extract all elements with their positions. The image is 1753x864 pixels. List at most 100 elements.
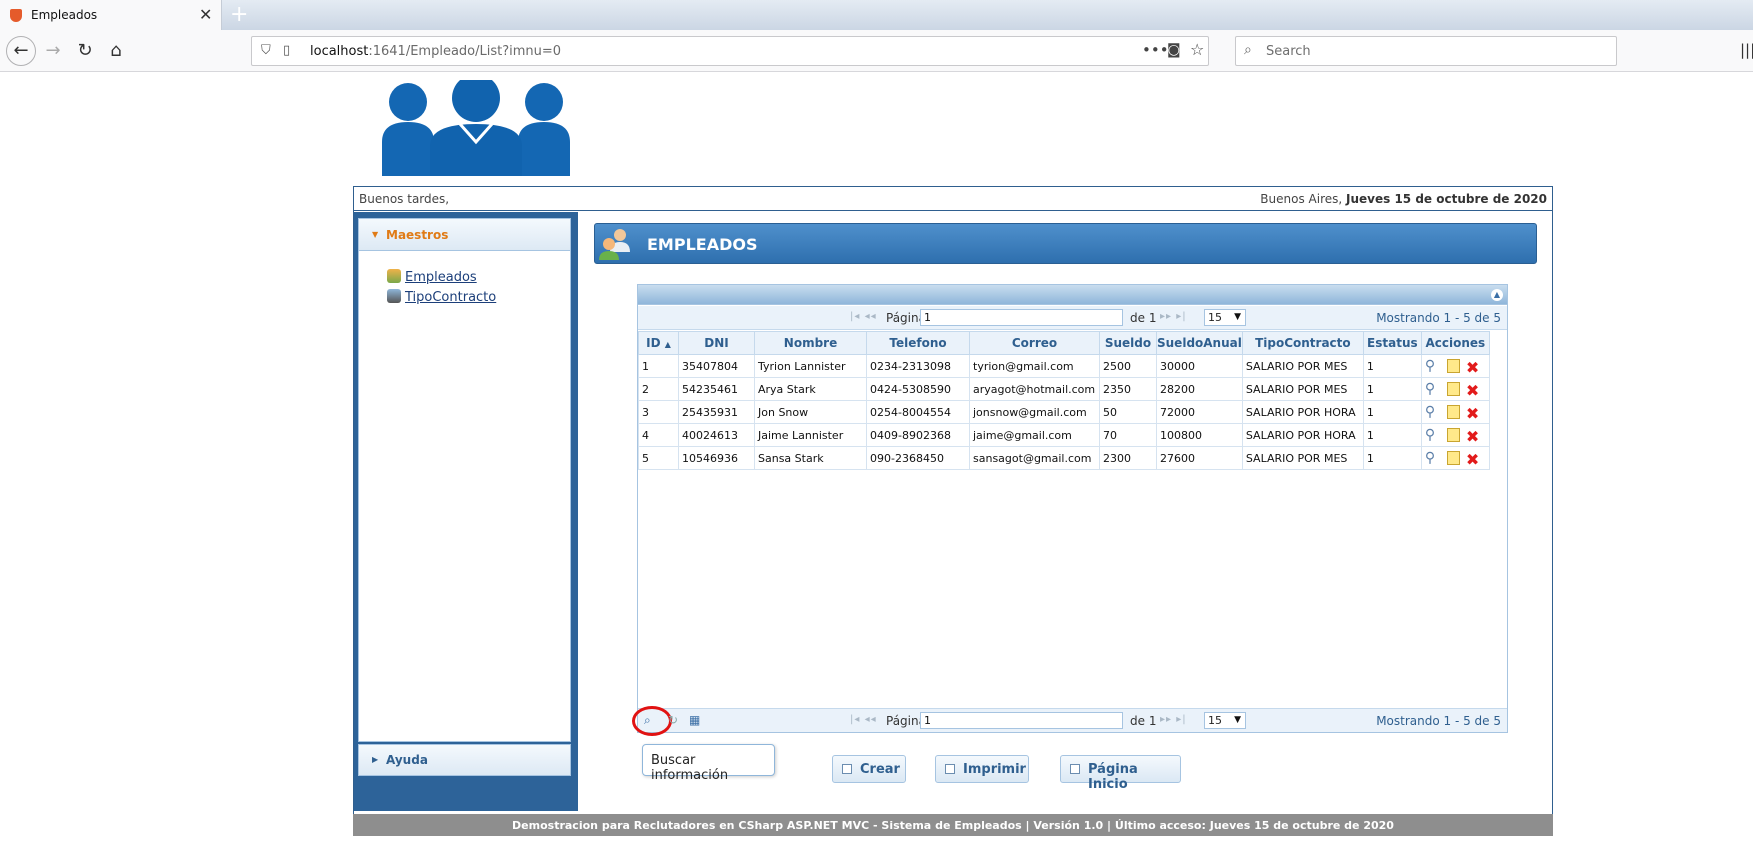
more-actions-icon[interactable]: •••	[1142, 41, 1169, 59]
edit-note-icon[interactable]	[1446, 405, 1460, 419]
reload-icon[interactable]: ↻	[72, 38, 98, 64]
cell-telefono: 0409-8902368	[866, 423, 970, 447]
home-icon[interactable]: ⌂	[103, 38, 129, 64]
column-header-telefono[interactable]: Telefono	[866, 331, 970, 355]
greeting-bar: Buenos tardes, Buenos Aires, Jueves 15 d…	[354, 187, 1552, 211]
page-number-input[interactable]: 1	[920, 309, 1123, 326]
edit-note-icon[interactable]	[1446, 359, 1460, 373]
first-prev-page-icon[interactable]: |◂ ◂◂	[850, 311, 877, 322]
print-button[interactable]: Imprimir	[935, 755, 1029, 783]
help-label: Ayuda	[386, 753, 428, 767]
view-magnifier-icon[interactable]: ⚲	[1425, 427, 1441, 443]
cell-correo: jonsnow@gmail.com	[969, 400, 1100, 424]
sidebar-item-tipocontracto[interactable]: TipoContracto	[387, 289, 496, 305]
cell-telefono: 0254-8004554	[866, 400, 970, 424]
cell-dni: 10546936	[678, 446, 755, 470]
tab-title: Empleados	[31, 8, 98, 22]
delete-x-icon[interactable]: ✖	[1466, 427, 1482, 446]
expanded-triangle-icon: ▼	[372, 230, 379, 239]
column-header-id[interactable]: ID ▲	[638, 331, 679, 355]
cell-telefono: 0234-2313098	[866, 354, 970, 378]
rows-per-page-select[interactable]: 15 ▼	[1204, 309, 1246, 326]
browser-search-input[interactable]: ⌕ Search	[1235, 36, 1617, 66]
forward-arrow-icon[interactable]: →	[40, 38, 66, 64]
table-row[interactable]: 3 25435931 Jon Snow 0254-8004554 jonsnow…	[638, 400, 1490, 424]
document-icon	[842, 764, 852, 774]
cell-nombre: Jaime Lannister	[754, 423, 867, 447]
sidebar-item-empleados[interactable]: Empleados	[387, 269, 477, 285]
search-icon: ⌕	[1244, 42, 1252, 58]
cell-correo: tyrion@gmail.com	[969, 354, 1100, 378]
browser-tabbar: Empleados ✕ +	[0, 0, 1753, 30]
view-magnifier-icon[interactable]: ⚲	[1425, 381, 1441, 397]
columns-icon[interactable]: ▦	[689, 713, 700, 727]
column-header-sueldoanual[interactable]: SueldoAnual	[1156, 331, 1243, 355]
cell-tipocontracto: SALARIO POR MES	[1241, 446, 1364, 470]
next-last-page-icon[interactable]: ▸▸ ▸|	[1160, 714, 1187, 725]
url-text[interactable]: localhost:1641/Empleado/List?imnu=0	[310, 44, 561, 59]
pocket-icon[interactable]: ◙	[1167, 42, 1181, 58]
column-header-estatus[interactable]: Estatus	[1362, 331, 1422, 355]
table-row[interactable]: 5 10546936 Sansa Stark 090-2368450 sansa…	[638, 446, 1490, 470]
table-row[interactable]: 1 35407804 Tyrion Lannister 0234-2313098…	[638, 354, 1490, 378]
close-tab-icon[interactable]: ✕	[199, 5, 212, 24]
cell-id: 3	[638, 400, 679, 424]
employees-icon	[599, 229, 630, 260]
cell-id: 5	[638, 446, 679, 470]
cell-estatus: 1	[1362, 377, 1422, 401]
view-magnifier-icon[interactable]: ⚲	[1425, 404, 1441, 420]
column-header-correo[interactable]: Correo	[969, 331, 1100, 355]
page-footer: Demostracion para Reclutadores en CSharp…	[353, 814, 1553, 836]
view-magnifier-icon[interactable]: ⚲	[1425, 450, 1441, 466]
cell-sueldo: 2300	[1099, 446, 1157, 470]
cell-dni: 54235461	[678, 377, 755, 401]
browser-tab[interactable]: Empleados ✕	[0, 0, 222, 30]
delete-x-icon[interactable]: ✖	[1466, 381, 1482, 400]
cell-dni: 25435931	[678, 400, 755, 424]
column-header-sueldo[interactable]: Sueldo	[1099, 331, 1157, 355]
delete-x-icon[interactable]: ✖	[1466, 450, 1482, 469]
first-prev-page-icon[interactable]: |◂ ◂◂	[850, 714, 877, 725]
back-arrow-icon[interactable]: ←	[6, 36, 36, 66]
cell-id: 1	[638, 354, 679, 378]
library-icon[interactable]: |||	[1740, 41, 1753, 59]
column-header-acciones: Acciones	[1420, 331, 1490, 355]
view-magnifier-icon[interactable]: ⚲	[1425, 358, 1441, 374]
column-header-nombre[interactable]: Nombre	[754, 331, 867, 355]
collapse-grid-icon[interactable]: ▲	[1491, 289, 1503, 301]
cell-id: 4	[638, 423, 679, 447]
rows-per-page-select[interactable]: 15 ▼	[1204, 712, 1246, 729]
page-info-icon[interactable]: ▯	[283, 43, 290, 58]
employees-grid: ▲ |◂ ◂◂ Página 1 de 1 ▸▸ ▸| 15 ▼ Mostrand…	[632, 284, 1508, 736]
cell-acciones: ⚲ ✖	[1420, 446, 1490, 470]
cell-dni: 40024613	[678, 423, 755, 447]
column-header-dni[interactable]: DNI	[678, 331, 755, 355]
address-bar[interactable]: ⛉ ▯ localhost:1641/Empleado/List?imnu=0 …	[251, 36, 1209, 66]
pager-top: |◂ ◂◂ Página 1 de 1 ▸▸ ▸| 15 ▼ Mostrando …	[638, 306, 1507, 330]
edit-note-icon[interactable]	[1446, 428, 1460, 442]
delete-x-icon[interactable]: ✖	[1466, 358, 1482, 377]
new-tab-icon[interactable]: +	[230, 2, 248, 27]
refresh-icon[interactable]: ↻	[668, 713, 678, 727]
cell-tipocontracto: SALARIO POR HORA	[1241, 400, 1364, 424]
next-last-page-icon[interactable]: ▸▸ ▸|	[1160, 311, 1187, 322]
edit-note-icon[interactable]	[1446, 382, 1460, 396]
sidebar-help-header[interactable]: ▶ Ayuda	[358, 744, 571, 776]
table-row[interactable]: 2 54235461 Arya Stark 0424-5308590 aryag…	[638, 377, 1490, 401]
edit-note-icon[interactable]	[1446, 451, 1460, 465]
page-number-input[interactable]: 1	[920, 712, 1123, 729]
bookmark-star-icon[interactable]: ☆	[1190, 40, 1204, 59]
table-row[interactable]: 4 40024613 Jaime Lannister 0409-8902368 …	[638, 423, 1490, 447]
cell-nombre: Tyrion Lannister	[754, 354, 867, 378]
create-button[interactable]: Crear	[832, 755, 906, 783]
tracking-shield-icon[interactable]: ⛉	[261, 43, 271, 58]
printer-icon	[945, 764, 955, 774]
sidebar-section-header[interactable]: ▼ Maestros	[359, 219, 570, 251]
chevron-down-icon: ▼	[1234, 312, 1241, 322]
column-header-tipocontracto[interactable]: TipoContracto	[1241, 331, 1364, 355]
main-content: EMPLEADOS ▲ |◂ ◂◂ Página 1 de 1 ▸▸ ▸| 15…	[579, 212, 1552, 811]
sidebar-panel-maestros: ▼ Maestros Empleados TipoContracto	[358, 218, 571, 742]
delete-x-icon[interactable]: ✖	[1466, 404, 1482, 423]
home-page-button[interactable]: Página Inicio	[1060, 755, 1181, 792]
search-placeholder: Search	[1266, 44, 1311, 59]
